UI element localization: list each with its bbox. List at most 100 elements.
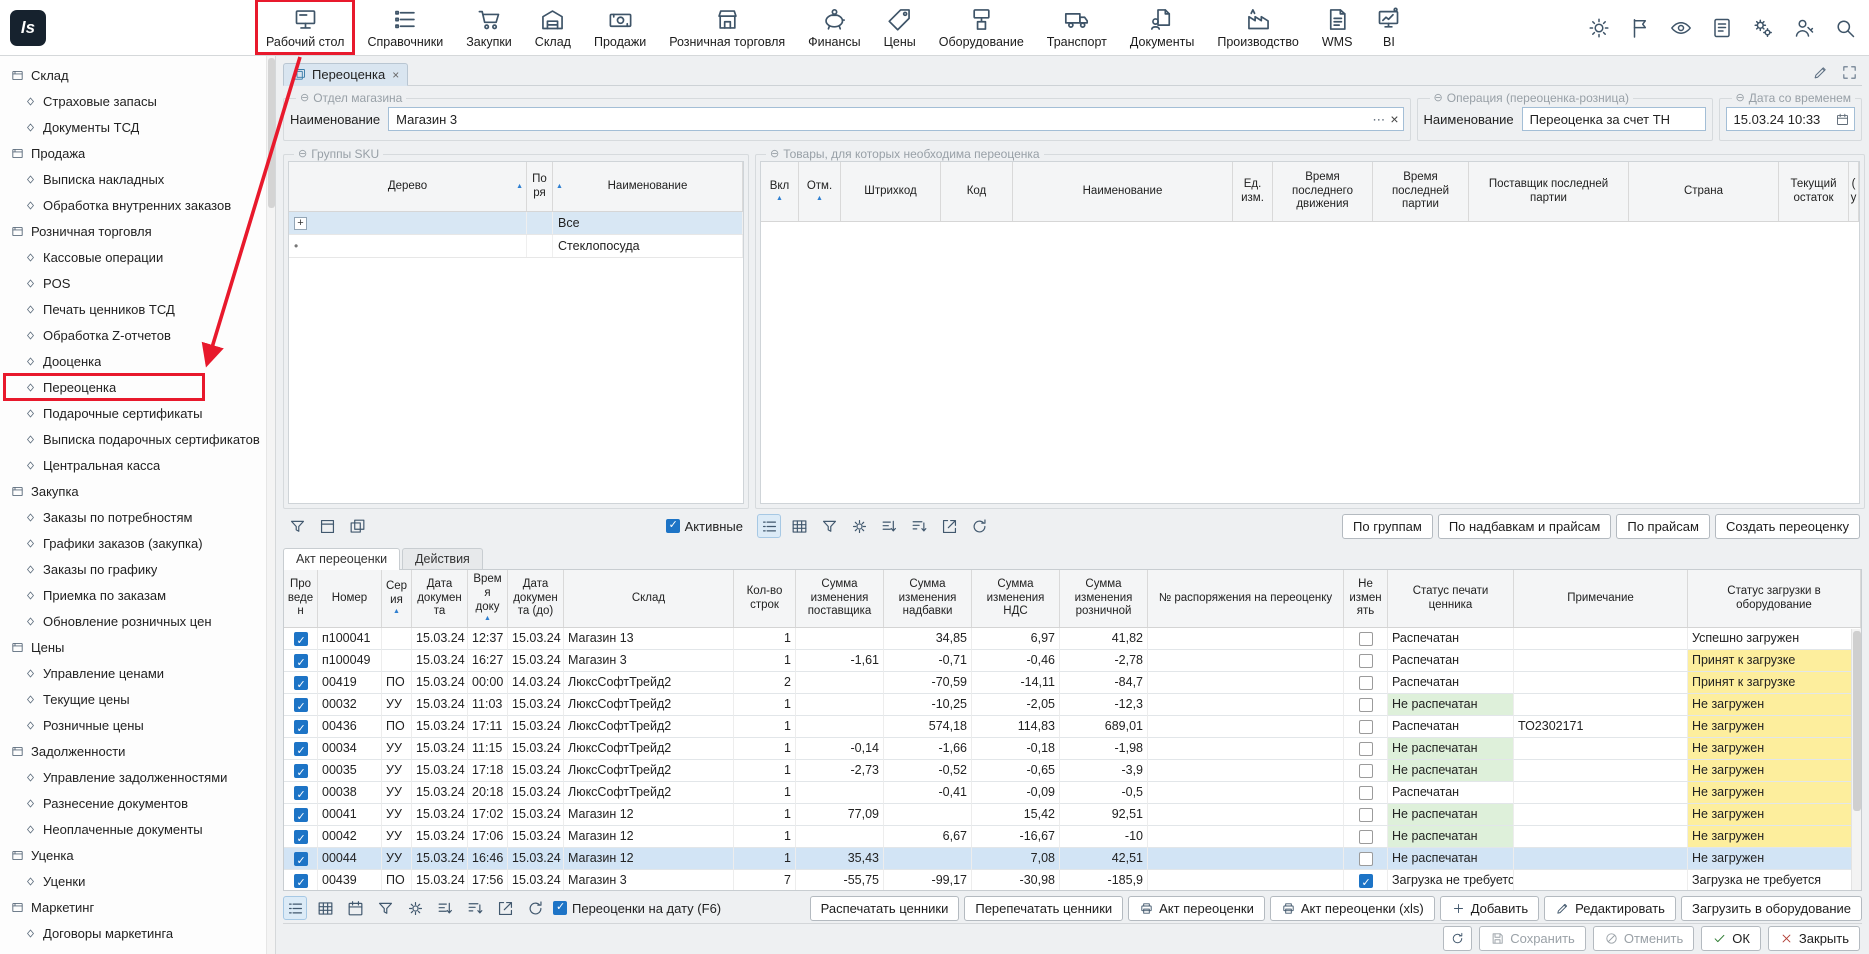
app-logo[interactable]: ls bbox=[10, 10, 46, 46]
sidebar-item[interactable]: Печать ценников ТСД bbox=[0, 296, 263, 322]
sku-row[interactable]: +Все bbox=[289, 212, 743, 235]
sidebar-item[interactable]: Обновление розничных цен bbox=[0, 608, 263, 634]
calendar-button[interactable] bbox=[1835, 112, 1850, 127]
act-row[interactable]: 00044УУ15.03.2416:4615.03.24Магазин 1213… bbox=[284, 848, 1861, 870]
module-documents[interactable]: Документы bbox=[1122, 2, 1202, 53]
sidebar-item[interactable]: Дооценка bbox=[0, 348, 263, 374]
sidebar-item[interactable]: Неоплаченные документы bbox=[0, 816, 263, 842]
collapse-icon[interactable]: ⊖ bbox=[298, 149, 307, 160]
settings-button[interactable] bbox=[1751, 16, 1775, 40]
acts-column-header[interactable]: Сумма изменения НДС bbox=[972, 570, 1060, 627]
goods-column-header[interactable]: Страна bbox=[1629, 162, 1779, 221]
row-checkbox[interactable] bbox=[294, 742, 308, 756]
acts-column-header[interactable]: Номер bbox=[318, 570, 382, 627]
tab-actions2[interactable]: Действия bbox=[402, 548, 483, 569]
close-button[interactable]: Закрыть bbox=[1768, 926, 1860, 951]
cancel-button[interactable]: Отменить bbox=[1593, 926, 1694, 951]
acts-column-header[interactable]: Дата документа bbox=[412, 570, 468, 627]
acts-column-header[interactable]: Проведен bbox=[284, 570, 318, 627]
revaluation-act-xls-button[interactable]: Акт переоценки (xls) bbox=[1270, 896, 1435, 921]
filter-button[interactable] bbox=[285, 514, 309, 538]
sidebar-item[interactable]: Выписка подарочных сертификатов bbox=[0, 426, 263, 452]
act-row[interactable]: п10004115.03.2412:3715.03.24Магазин 1313… bbox=[284, 628, 1861, 650]
reprint-labels-button[interactable]: Перепечатать ценники bbox=[964, 896, 1123, 921]
by-groups-button[interactable]: По группам bbox=[1342, 514, 1433, 539]
sidebar-group[interactable]: Уценка bbox=[0, 842, 263, 868]
sidebar-item[interactable]: Переоценка bbox=[0, 374, 263, 400]
row-checkbox[interactable] bbox=[294, 852, 308, 866]
sidebar-group[interactable]: Маркетинг bbox=[0, 894, 263, 920]
sidebar-group[interactable]: Цены bbox=[0, 634, 263, 660]
collapse-icon[interactable]: ⊖ bbox=[1434, 93, 1443, 104]
row-checkbox[interactable] bbox=[1359, 764, 1373, 778]
goods-column-header[interactable]: Вкл▲ bbox=[761, 162, 799, 221]
grid-view-button[interactable] bbox=[787, 514, 811, 538]
settings-button[interactable] bbox=[403, 896, 427, 920]
acts-column-header[interactable]: Примечание bbox=[1514, 570, 1688, 627]
clear-button[interactable]: × bbox=[1390, 112, 1398, 126]
sidebar-item[interactable]: Кассовые операции bbox=[0, 244, 263, 270]
ok-button[interactable]: ОК bbox=[1701, 926, 1761, 951]
fullscreen-button[interactable] bbox=[1841, 64, 1858, 81]
tab-close-icon[interactable]: × bbox=[392, 68, 399, 82]
sku-column-tree[interactable]: Дерево▲ bbox=[289, 162, 527, 211]
row-checkbox[interactable] bbox=[1359, 874, 1373, 888]
sidebar-group[interactable]: Продажа bbox=[0, 140, 263, 166]
sidebar-item[interactable]: Страховые запасы bbox=[0, 88, 263, 114]
sidebar-item[interactable]: Текущие цены bbox=[0, 686, 263, 712]
row-checkbox[interactable] bbox=[1359, 720, 1373, 734]
revaluation-act-button[interactable]: Акт переоценки bbox=[1128, 896, 1265, 921]
group-list-button[interactable] bbox=[877, 514, 901, 538]
sidebar-item[interactable]: Обработка внутренних заказов bbox=[0, 192, 263, 218]
act-row[interactable]: 00041УУ15.03.2417:0215.03.24Магазин 1217… bbox=[284, 804, 1861, 826]
by-markups-prices-button[interactable]: По надбавкам и прайсам bbox=[1438, 514, 1612, 539]
sidebar-item[interactable]: Заказы по графику bbox=[0, 556, 263, 582]
sidebar-item[interactable]: Розничные цены bbox=[0, 712, 263, 738]
row-checkbox[interactable] bbox=[294, 654, 308, 668]
print-labels-button[interactable]: Распечатать ценники bbox=[810, 896, 960, 921]
act-row[interactable]: 00035УУ15.03.2417:1815.03.24ЛюксСофтТрей… bbox=[284, 760, 1861, 782]
refresh-button[interactable] bbox=[523, 896, 547, 920]
acts-column-header[interactable]: Статус печати ценника bbox=[1388, 570, 1514, 627]
sidebar-item[interactable]: Уценки bbox=[0, 868, 263, 894]
row-checkbox[interactable] bbox=[1359, 830, 1373, 844]
grid-view-button[interactable] bbox=[313, 896, 337, 920]
module-sales[interactable]: Продажи bbox=[586, 2, 654, 53]
row-checkbox[interactable] bbox=[294, 632, 308, 646]
row-checkbox[interactable] bbox=[1359, 676, 1373, 690]
calendar-view-button[interactable] bbox=[343, 896, 367, 920]
goods-column-header[interactable]: (у bbox=[1849, 162, 1859, 221]
row-checkbox[interactable] bbox=[1359, 654, 1373, 668]
module-production[interactable]: Производство bbox=[1209, 2, 1307, 53]
row-checkbox[interactable] bbox=[294, 676, 308, 690]
module-transport[interactable]: Транспорт bbox=[1039, 2, 1115, 53]
module-warehouse[interactable]: Склад bbox=[527, 2, 579, 53]
search-button[interactable] bbox=[1833, 16, 1857, 40]
create-revaluation-button[interactable]: Создать переоценку bbox=[1715, 514, 1860, 539]
acts-column-header[interactable]: Серия▲ bbox=[382, 570, 412, 627]
goods-column-header[interactable]: Ед. изм. bbox=[1233, 162, 1273, 221]
row-checkbox[interactable] bbox=[294, 720, 308, 734]
goods-column-header[interactable]: Наименование bbox=[1013, 162, 1233, 221]
sku-column-name[interactable]: ▲Наименование bbox=[553, 162, 743, 211]
goods-column-header[interactable]: Код bbox=[941, 162, 1013, 221]
acts-column-header[interactable]: Сумма изменения надбавки bbox=[884, 570, 972, 627]
filter-button[interactable] bbox=[373, 896, 397, 920]
goods-column-header[interactable]: Время последней партии bbox=[1373, 162, 1469, 221]
goods-column-header[interactable]: Время последнего движения bbox=[1273, 162, 1373, 221]
row-checkbox[interactable] bbox=[294, 698, 308, 712]
acts-column-header[interactable]: Не изменять bbox=[1344, 570, 1388, 627]
eye-button[interactable] bbox=[1669, 16, 1693, 40]
module-finance[interactable]: Финансы bbox=[800, 2, 868, 53]
sidebar-item[interactable]: Приемка по заказам bbox=[0, 582, 263, 608]
settings-button[interactable] bbox=[847, 514, 871, 538]
sidebar-item[interactable]: Центральная касса bbox=[0, 452, 263, 478]
row-checkbox[interactable] bbox=[294, 808, 308, 822]
list-view-button[interactable] bbox=[283, 896, 307, 920]
goods-column-header[interactable]: Отм.▲ bbox=[799, 162, 841, 221]
sku-row[interactable]: •Стеклопосуда bbox=[289, 235, 743, 258]
module-cart[interactable]: Закупки bbox=[458, 2, 520, 53]
refresh-form-button[interactable] bbox=[1443, 926, 1472, 951]
row-checkbox[interactable] bbox=[1359, 786, 1373, 800]
sort-button[interactable] bbox=[907, 514, 931, 538]
